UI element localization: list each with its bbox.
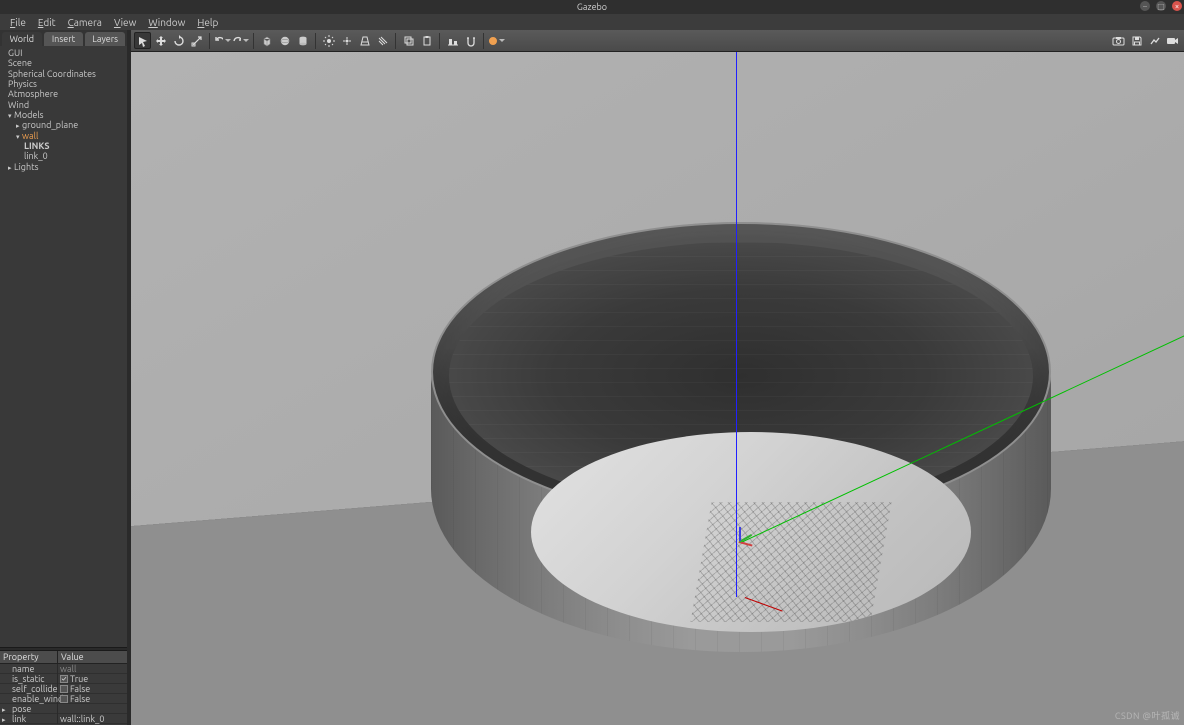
save-icon[interactable] <box>1128 32 1145 49</box>
tree-models[interactable]: ▾Models <box>4 110 123 120</box>
spot-light-icon[interactable] <box>356 32 373 49</box>
tree-scene[interactable]: Scene <box>4 58 123 68</box>
window-title: Gazebo <box>577 2 607 12</box>
directional-light-icon[interactable] <box>374 32 391 49</box>
prop-enable-wind[interactable]: enable_wind False <box>0 694 127 704</box>
world-tree[interactable]: GUI Scene Spherical Coordinates Physics … <box>0 46 127 647</box>
tree-links-header: LINKS <box>4 141 123 151</box>
watermark: CSDN @叶孤诚 <box>1115 709 1180 722</box>
point-light-icon[interactable] <box>338 32 355 49</box>
move-icon[interactable] <box>152 32 169 49</box>
menu-help[interactable]: Help <box>191 17 224 28</box>
axis-z-icon <box>736 52 737 597</box>
separator <box>395 33 396 49</box>
prop-name[interactable]: name wall <box>0 664 127 674</box>
video-icon[interactable] <box>1164 32 1181 49</box>
menu-bar: File Edit Camera View Window Help <box>0 14 1184 30</box>
prop-self-collide[interactable]: self_collide False <box>0 684 127 694</box>
right-area: CSDN @叶孤诚 <box>131 30 1184 725</box>
copy-icon[interactable] <box>400 32 417 49</box>
tree-link-0[interactable]: link_0 <box>4 151 123 161</box>
cylinder-icon[interactable] <box>294 32 311 49</box>
main-area: World Insert Layers GUI Scene Spherical … <box>0 30 1184 725</box>
tree-wall[interactable]: ▾wall <box>4 131 123 141</box>
tree-atmosphere[interactable]: Atmosphere <box>4 89 123 99</box>
toolbar <box>131 30 1184 52</box>
property-panel: Property Value name wall is_static ✓True… <box>0 651 127 725</box>
tree-lights[interactable]: ▸Lights <box>4 162 123 172</box>
box-icon[interactable] <box>258 32 275 49</box>
rotate-icon[interactable] <box>170 32 187 49</box>
separator <box>483 33 484 49</box>
select-arrow-icon[interactable] <box>134 32 151 49</box>
close-button[interactable]: × <box>1172 1 1182 11</box>
tree-wind[interactable]: Wind <box>4 100 123 110</box>
menu-file[interactable]: File <box>4 17 32 28</box>
checkbox-icon[interactable]: ✓ <box>60 675 68 683</box>
window-buttons: – □ × <box>1140 1 1182 11</box>
separator <box>209 33 210 49</box>
scale-icon[interactable] <box>188 32 205 49</box>
model-wall-floor <box>531 432 971 632</box>
paste-icon[interactable] <box>418 32 435 49</box>
sun-light-icon[interactable] <box>320 32 337 49</box>
menu-view[interactable]: View <box>108 17 142 28</box>
tab-layers[interactable]: Layers <box>85 32 125 46</box>
separator <box>439 33 440 49</box>
left-panel: World Insert Layers GUI Scene Spherical … <box>0 30 127 725</box>
sphere-icon[interactable] <box>276 32 293 49</box>
separator <box>315 33 316 49</box>
redo-icon[interactable] <box>232 32 249 49</box>
checkbox-icon[interactable] <box>60 685 68 693</box>
menu-window[interactable]: Window <box>142 17 191 28</box>
tab-insert[interactable]: Insert <box>44 32 84 46</box>
tab-world[interactable]: World <box>2 32 42 46</box>
property-header: Property Value <box>0 651 127 664</box>
menu-camera[interactable]: Camera <box>62 17 108 28</box>
prop-pose[interactable]: pose <box>0 704 127 714</box>
menu-edit[interactable]: Edit <box>32 17 62 28</box>
maximize-button[interactable]: □ <box>1156 1 1166 11</box>
panel-tabs: World Insert Layers <box>0 30 127 46</box>
prop-is-static[interactable]: is_static ✓True <box>0 674 127 684</box>
title-bar: Gazebo – □ × <box>0 0 1184 14</box>
plot-icon[interactable] <box>1146 32 1163 49</box>
property-header-name: Property <box>0 651 58 663</box>
tree-spherical[interactable]: Spherical Coordinates <box>4 69 123 79</box>
tree-ground-plane[interactable]: ▸ground_plane <box>4 120 123 130</box>
tree-physics[interactable]: Physics <box>4 79 123 89</box>
origin-gizmo-icon <box>739 541 745 547</box>
viewport-3d[interactable]: CSDN @叶孤诚 <box>131 52 1184 725</box>
checkbox-icon[interactable] <box>60 695 68 703</box>
undo-icon[interactable] <box>214 32 231 49</box>
snap-icon[interactable] <box>462 32 479 49</box>
align-icon[interactable] <box>444 32 461 49</box>
prop-link[interactable]: link wall::link_0 <box>0 714 127 724</box>
record-icon[interactable] <box>488 32 505 49</box>
screenshot-icon[interactable] <box>1110 32 1127 49</box>
property-header-value: Value <box>58 651 127 663</box>
tree-gui[interactable]: GUI <box>4 48 123 58</box>
minimize-button[interactable]: – <box>1140 1 1150 11</box>
separator <box>253 33 254 49</box>
